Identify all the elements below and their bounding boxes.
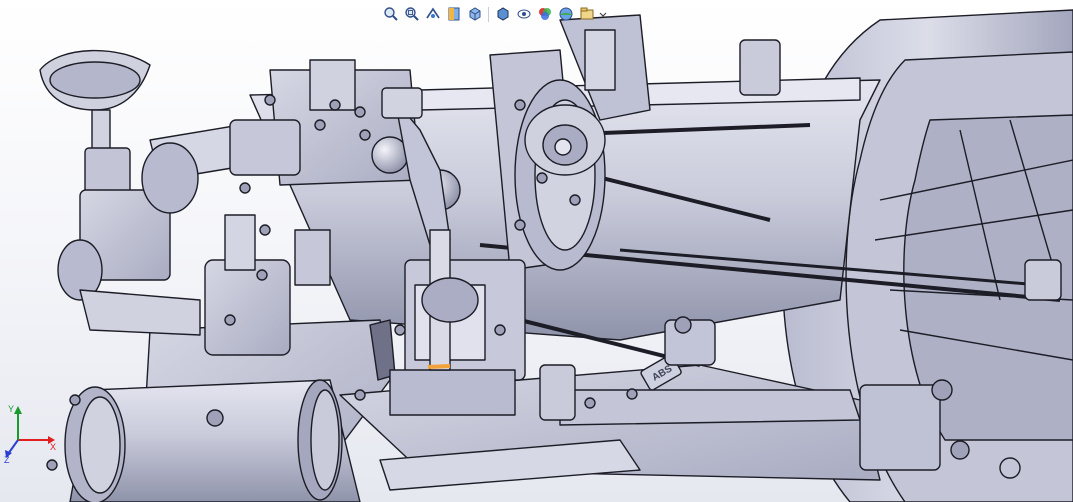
view-settings-icon[interactable] <box>577 5 596 24</box>
edit-appearance-icon[interactable] <box>535 5 554 24</box>
view-orientation-icon[interactable] <box>465 5 484 24</box>
chevron-down-icon[interactable] <box>598 5 607 24</box>
toolbar-separator <box>488 6 489 22</box>
display-style-icon[interactable] <box>493 5 512 24</box>
y-axis-label: Y <box>8 404 14 414</box>
reference-triad[interactable]: X Y Z <box>2 402 58 464</box>
steam-engine-model[interactable]: ABS <box>0 0 1073 502</box>
section-view-icon[interactable] <box>444 5 463 24</box>
lower-cylinder[interactable] <box>64 379 361 502</box>
apply-scene-icon[interactable] <box>556 5 575 24</box>
heads-up-view-toolbar <box>381 3 607 25</box>
graphics-area[interactable]: ABS X Y Z <box>0 0 1073 502</box>
zoom-to-area-icon[interactable] <box>402 5 421 24</box>
zoom-to-fit-icon[interactable] <box>381 5 400 24</box>
x-axis-label: X <box>50 442 56 452</box>
z-axis-label: Z <box>4 455 10 464</box>
hide-show-items-icon[interactable] <box>514 5 533 24</box>
previous-view-icon[interactable] <box>423 5 442 24</box>
